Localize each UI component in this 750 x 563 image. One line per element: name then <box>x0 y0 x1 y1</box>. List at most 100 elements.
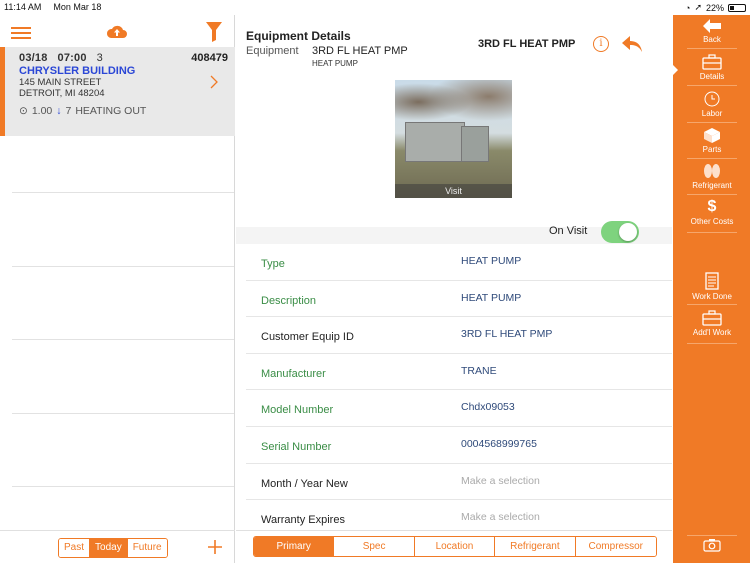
work-order-panel: 03/18 07:00 3 408479 CHRYSLER BUILDING 145… <box>0 15 235 563</box>
page-title: Equipment Details <box>246 29 351 43</box>
filter-past[interactable]: Past <box>59 539 91 557</box>
list-divider <box>12 266 234 267</box>
field-value: 3RD FL HEAT PMP <box>461 328 553 341</box>
add-icon[interactable] <box>207 539 223 555</box>
battery-icon <box>728 3 746 12</box>
photo-caption: Visit <box>395 184 512 198</box>
refrigerant-icon <box>704 164 720 178</box>
wifi-icon: ◔ <box>685 2 691 13</box>
on-visit-toggle[interactable] <box>601 221 639 243</box>
field-row-type[interactable]: Type HEAT PUMP <box>246 244 672 281</box>
sidebar-item-refrigerant[interactable]: Refrigerant <box>687 163 737 195</box>
equipment-header-name: 3RD FL HEAT PMP <box>478 38 576 50</box>
chevron-right-icon <box>210 75 218 89</box>
battery-percent: 22% <box>705 2 724 13</box>
action-sidebar: Back Details Labor Parts Refrigerant $ O… <box>672 15 750 563</box>
clock-icon: ⊙ <box>19 105 28 117</box>
priority-arrow-icon: ↓ <box>56 105 62 117</box>
sidebar-item-work-done[interactable]: Work Done <box>687 272 737 305</box>
sidebar-label: Back <box>703 35 721 44</box>
toolbox-icon <box>702 54 722 70</box>
address-street: 145 MAIN STREET <box>19 77 102 88</box>
work-order-number: 408479 <box>191 52 228 64</box>
work-order-date: 03/18 <box>19 52 48 64</box>
cloud-upload-icon[interactable] <box>106 23 128 39</box>
tab-refrigerant[interactable]: Refrigerant <box>495 537 576 556</box>
work-order-hours: 1.00 <box>31 105 53 117</box>
sidebar-label: Refrigerant <box>692 181 732 190</box>
clock-icon <box>704 91 720 107</box>
work-order-count: 3 <box>96 52 103 64</box>
list-divider <box>12 192 234 193</box>
status-time: 11:14 AM <box>4 2 42 12</box>
info-icon[interactable]: i <box>593 36 609 52</box>
sidebar-item-details[interactable]: Details <box>672 54 737 86</box>
field-label: Type <box>261 258 285 270</box>
menu-icon[interactable] <box>11 27 31 39</box>
equipment-photo[interactable]: Visit <box>395 80 512 198</box>
sidebar-item-back[interactable]: Back <box>687 19 737 49</box>
field-value: Make a selection <box>461 474 540 487</box>
work-order-card[interactable]: 03/18 07:00 3 408479 CHRYSLER BUILDING 145… <box>0 47 235 136</box>
toolbox-plus-icon <box>702 310 722 326</box>
sidebar-item-labor[interactable]: Labor <box>687 91 737 123</box>
status-bar: 11:14 AM Mon Mar 18 ◔ ➚ 22% <box>0 0 750 15</box>
tab-primary[interactable]: Primary <box>254 537 335 556</box>
field-label: Description <box>261 294 317 307</box>
back-arrow-icon <box>703 19 721 33</box>
tab-spec[interactable]: Spec <box>334 537 415 556</box>
list-divider <box>12 339 234 340</box>
filter-icon[interactable] <box>206 22 222 42</box>
field-label: Model Number <box>261 404 334 417</box>
work-order-schedule: 03/18 07:00 3 <box>19 52 113 64</box>
field-value: Make a selection <box>461 511 540 524</box>
field-label: Customer Equip ID <box>261 331 354 344</box>
field-value: HEAT PUMP <box>461 291 522 304</box>
sidebar-item-addl-work[interactable]: Add'l Work <box>687 310 737 344</box>
status-date: Mon Mar 18 <box>53 2 102 12</box>
field-value: HEAT PUMP <box>461 255 522 267</box>
sidebar-label: Labor <box>701 109 723 118</box>
equipment-type: HEAT PUMP <box>312 59 358 68</box>
field-value: 0004568999765 <box>461 438 537 450</box>
sidebar-label: Other Costs <box>690 217 734 226</box>
list-divider <box>12 486 234 487</box>
work-order-meta: ⊙ 1.00 ↓ 7 HEATING OUT <box>19 105 146 117</box>
field-row-serial-number[interactable]: Serial Number 0004568999765 <box>246 427 672 464</box>
filter-today[interactable]: Today <box>90 539 128 557</box>
field-row-description[interactable]: Description HEAT PUMP <box>246 281 672 318</box>
left-footer: Past Today Future <box>0 530 235 563</box>
field-label: Month / Year New <box>261 477 348 490</box>
work-order-priority: 7 <box>65 105 72 117</box>
equipment-fields: Type HEAT PUMP Description HEAT PUMP Cus… <box>236 244 672 530</box>
field-value: TRANE <box>461 364 497 377</box>
field-row-manufacturer[interactable]: Manufacturer TRANE <box>246 354 672 391</box>
date-filter-segment: Past Today Future <box>58 538 168 558</box>
box-icon <box>704 128 720 143</box>
document-icon <box>705 272 719 290</box>
sidebar-label: Parts <box>702 145 722 154</box>
field-row-customer-equip-id[interactable]: Customer Equip ID 3RD FL HEAT PMP <box>246 317 672 354</box>
equipment-details-panel: Equipment Details Equipment 3RD FL HEAT … <box>236 15 672 563</box>
sidebar-item-other-costs[interactable]: $ Other Costs <box>687 199 737 233</box>
sidebar-item-parts[interactable]: Parts <box>687 127 737 159</box>
building-name: CHRYSLER BUILDING <box>19 65 136 77</box>
tab-compressor[interactable]: Compressor <box>575 537 656 556</box>
work-order-problem: HEATING OUT <box>75 105 147 117</box>
reply-arrow-icon[interactable] <box>621 34 643 54</box>
field-row-month-year-new[interactable]: Month / Year New Make a selection <box>246 464 672 501</box>
list-divider <box>12 413 234 414</box>
filter-future[interactable]: Future <box>127 539 167 557</box>
equipment-name: 3RD FL HEAT PMP <box>312 45 408 57</box>
field-row-model-number[interactable]: Model Number Chdx09053 <box>246 390 672 427</box>
field-value: Chdx09053 <box>461 401 515 414</box>
camera-icon <box>703 539 721 552</box>
equipment-header: Equipment Details Equipment 3RD FL HEAT … <box>236 15 672 227</box>
left-toolbar <box>0 15 235 47</box>
camera-button[interactable] <box>687 535 737 557</box>
on-visit-label: On Visit <box>549 225 588 237</box>
location-icon: ➚ <box>694 2 702 12</box>
tab-location[interactable]: Location <box>414 537 496 556</box>
equipment-tab-bar: Primary Spec Location Refrigerant Compre… <box>236 530 672 563</box>
field-label: Serial Number <box>261 441 332 453</box>
